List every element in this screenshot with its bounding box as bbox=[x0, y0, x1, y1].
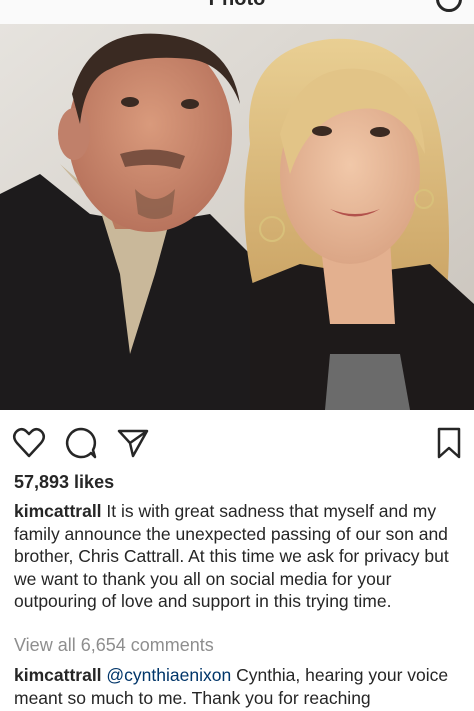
comment-username[interactable]: kimcattrall bbox=[14, 665, 102, 685]
comment-item: kimcattrall @cynthiaenixon Cynthia, hear… bbox=[14, 664, 464, 709]
comment-mention[interactable]: @cynthiaenixon bbox=[106, 665, 231, 685]
photo-illustration bbox=[0, 24, 474, 410]
post-caption: kimcattrall It is with great sadness tha… bbox=[14, 500, 464, 613]
heart-icon[interactable] bbox=[12, 426, 46, 460]
top-navigation-bar: Photo bbox=[0, 0, 474, 24]
caption-username[interactable]: kimcattrall bbox=[14, 501, 102, 521]
post-photo[interactable] bbox=[0, 24, 474, 410]
send-icon[interactable] bbox=[116, 426, 150, 460]
comment-icon[interactable] bbox=[64, 426, 98, 460]
bookmark-icon[interactable] bbox=[432, 426, 466, 460]
page-title: Photo bbox=[0, 0, 474, 11]
likes-count[interactable]: 57,893 likes bbox=[14, 472, 114, 493]
view-all-comments-link[interactable]: View all 6,654 comments bbox=[14, 635, 214, 656]
post-actions-bar bbox=[0, 410, 474, 472]
